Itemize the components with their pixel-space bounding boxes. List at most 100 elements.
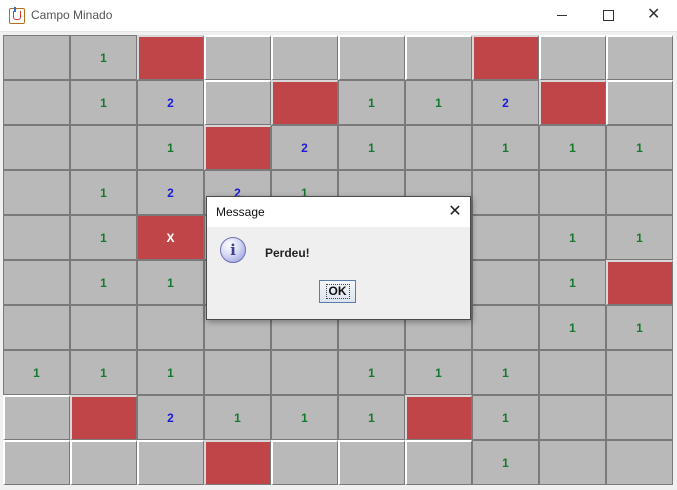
empty-cell[interactable]	[539, 395, 606, 440]
close-icon: ✕	[647, 4, 661, 23]
number-cell[interactable]: 1	[204, 395, 271, 440]
message-dialog: Message ✕ i Perdeu! OK	[206, 196, 471, 320]
empty-cell[interactable]	[3, 35, 70, 80]
hidden-cell[interactable]	[539, 35, 606, 80]
hidden-cell[interactable]	[271, 440, 338, 485]
hidden-cell[interactable]	[338, 440, 405, 485]
hidden-cell[interactable]	[3, 440, 70, 485]
empty-cell[interactable]	[606, 170, 673, 215]
dialog-message: Perdeu!	[265, 246, 310, 260]
empty-cell[interactable]	[3, 170, 70, 215]
information-icon: i	[220, 237, 246, 263]
number-cell[interactable]: 1	[271, 395, 338, 440]
hidden-cell[interactable]	[70, 440, 137, 485]
window-title: Campo Minado	[31, 8, 113, 22]
mine-cell[interactable]	[204, 125, 271, 170]
mine-cell[interactable]	[70, 395, 137, 440]
empty-cell[interactable]	[3, 305, 70, 350]
close-button[interactable]: ✕	[631, 0, 677, 31]
hidden-cell[interactable]	[405, 35, 472, 80]
empty-cell[interactable]	[539, 350, 606, 395]
mine-cell[interactable]	[539, 80, 606, 125]
number-cell[interactable]: 1	[3, 350, 70, 395]
number-cell[interactable]: 1	[70, 260, 137, 305]
empty-cell[interactable]	[204, 350, 271, 395]
number-cell[interactable]: 1	[137, 260, 204, 305]
number-cell[interactable]: 1	[137, 350, 204, 395]
maximize-button[interactable]	[585, 0, 631, 31]
hidden-cell[interactable]	[606, 35, 673, 80]
empty-cell[interactable]	[137, 305, 204, 350]
empty-cell[interactable]	[3, 80, 70, 125]
number-cell[interactable]: 1	[472, 440, 539, 485]
empty-cell[interactable]	[539, 170, 606, 215]
hidden-cell[interactable]	[271, 35, 338, 80]
hidden-cell[interactable]	[137, 440, 204, 485]
number-cell[interactable]: 1	[606, 215, 673, 260]
exploded-mine-cell[interactable]: X	[137, 215, 204, 260]
mine-cell[interactable]	[137, 35, 204, 80]
empty-cell[interactable]	[70, 125, 137, 170]
empty-cell[interactable]	[472, 215, 539, 260]
hidden-cell[interactable]	[204, 80, 271, 125]
number-cell[interactable]: 1	[472, 395, 539, 440]
number-cell[interactable]: 2	[271, 125, 338, 170]
minimize-icon	[557, 15, 567, 16]
number-cell[interactable]: 1	[472, 350, 539, 395]
empty-cell[interactable]	[3, 260, 70, 305]
empty-cell[interactable]	[3, 215, 70, 260]
number-cell[interactable]: 1	[137, 125, 204, 170]
number-cell[interactable]: 1	[70, 170, 137, 215]
empty-cell[interactable]	[271, 350, 338, 395]
mine-cell[interactable]	[405, 395, 472, 440]
window-titlebar: Campo Minado ✕	[0, 0, 677, 32]
mine-cell[interactable]	[472, 35, 539, 80]
number-cell[interactable]: 1	[606, 125, 673, 170]
dialog-title: Message	[216, 205, 265, 219]
mine-cell[interactable]	[204, 440, 271, 485]
number-cell[interactable]: 1	[539, 125, 606, 170]
number-cell[interactable]: 2	[137, 170, 204, 215]
number-cell[interactable]: 1	[539, 305, 606, 350]
ok-button[interactable]: OK	[319, 280, 356, 303]
hidden-cell[interactable]	[338, 35, 405, 80]
maximize-icon	[603, 10, 614, 21]
number-cell[interactable]: 2	[472, 80, 539, 125]
empty-cell[interactable]	[472, 260, 539, 305]
mine-cell[interactable]	[606, 260, 673, 305]
number-cell[interactable]: 2	[137, 80, 204, 125]
number-cell[interactable]: 1	[539, 260, 606, 305]
number-cell[interactable]: 1	[606, 305, 673, 350]
number-cell[interactable]: 1	[338, 395, 405, 440]
number-cell[interactable]: 1	[539, 215, 606, 260]
hidden-cell[interactable]	[3, 395, 70, 440]
mine-cell[interactable]	[271, 80, 338, 125]
hidden-cell[interactable]	[204, 35, 271, 80]
number-cell[interactable]: 1	[70, 215, 137, 260]
number-cell[interactable]: 1	[70, 80, 137, 125]
number-cell[interactable]: 1	[70, 35, 137, 80]
empty-cell[interactable]	[405, 125, 472, 170]
number-cell[interactable]: 1	[338, 125, 405, 170]
number-cell[interactable]: 1	[338, 350, 405, 395]
hidden-cell[interactable]	[606, 80, 673, 125]
empty-cell[interactable]	[472, 305, 539, 350]
number-cell[interactable]: 1	[338, 80, 405, 125]
number-cell[interactable]: 1	[405, 350, 472, 395]
empty-cell[interactable]	[539, 440, 606, 485]
empty-cell[interactable]	[472, 170, 539, 215]
empty-cell[interactable]	[606, 395, 673, 440]
java-app-icon	[9, 7, 25, 24]
minimize-button[interactable]	[539, 0, 585, 31]
dialog-close-button[interactable]: ✕	[440, 197, 470, 227]
empty-cell[interactable]	[606, 440, 673, 485]
number-cell[interactable]: 1	[405, 80, 472, 125]
number-cell[interactable]: 1	[70, 350, 137, 395]
number-cell[interactable]: 2	[137, 395, 204, 440]
hidden-cell[interactable]	[405, 440, 472, 485]
dialog-titlebar: Message ✕	[207, 197, 470, 227]
empty-cell[interactable]	[70, 305, 137, 350]
empty-cell[interactable]	[606, 350, 673, 395]
empty-cell[interactable]	[3, 125, 70, 170]
number-cell[interactable]: 1	[472, 125, 539, 170]
